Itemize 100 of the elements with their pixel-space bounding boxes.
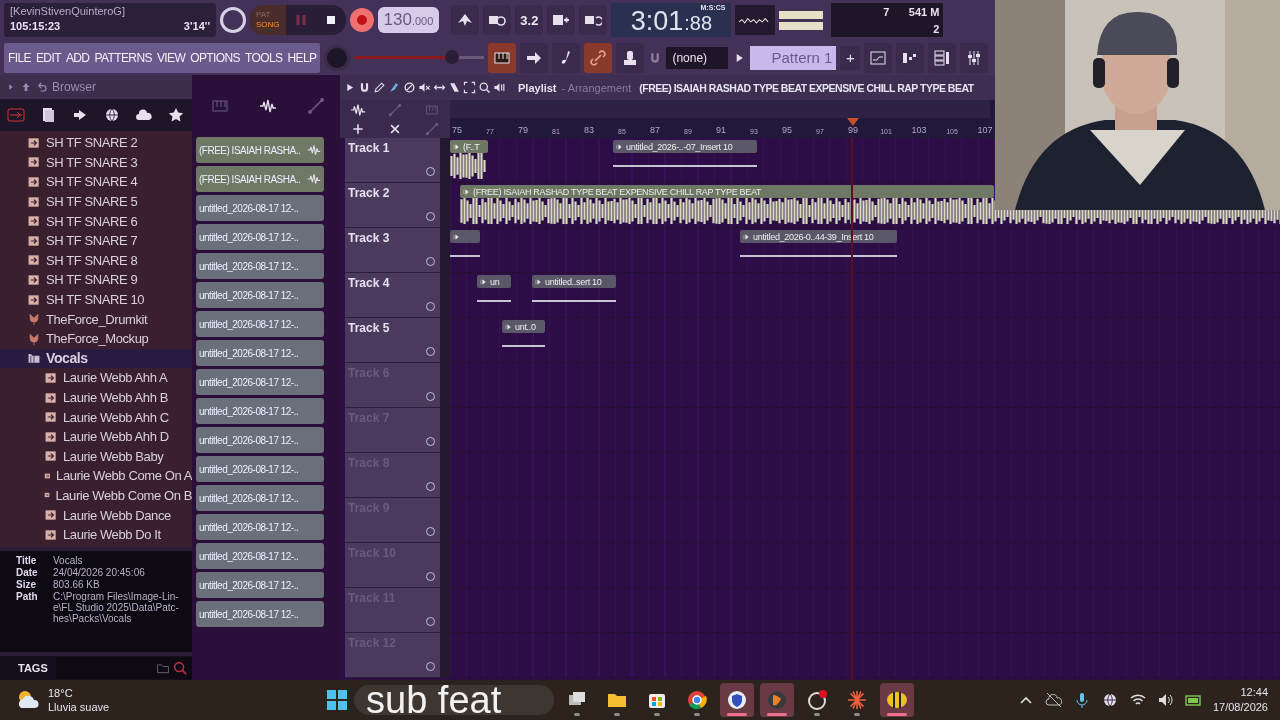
browser-item[interactable]: SH TF SNARE 9 [0, 270, 192, 290]
clip-header[interactable]: untitled..sert 10 [532, 275, 616, 288]
track-header[interactable]: Track 1 [345, 138, 440, 183]
snap-dropdown[interactable]: (none) [666, 46, 729, 69]
browser-item[interactable]: TheForce_Drumkit [0, 309, 192, 329]
clip-arrow-icon[interactable] [616, 142, 624, 151]
clip-item[interactable]: untitled_2026-08-17 12-.. [196, 340, 324, 366]
menu-item[interactable]: HELP [287, 50, 317, 65]
speaker-icon[interactable] [493, 81, 506, 94]
track-header[interactable]: Track 2 [345, 183, 440, 228]
add-pattern-button[interactable]: + [840, 45, 861, 70]
tags-field[interactable] [55, 657, 192, 679]
clip-header[interactable]: unt..0 [502, 320, 545, 333]
globe-icon[interactable] [103, 106, 121, 124]
clip-item[interactable]: untitled_2026-08-17 12-.. [196, 601, 324, 627]
clip-item[interactable]: untitled_2026-08-17 12-.. [196, 514, 324, 540]
channel-rack-icon[interactable] [933, 48, 952, 67]
search-icon[interactable] [172, 660, 188, 676]
undo-icon[interactable] [36, 81, 48, 93]
star-icon[interactable] [167, 106, 185, 124]
playlist-icon[interactable] [869, 48, 888, 67]
browser-item[interactable]: Laurie Webb Ahh A [0, 368, 192, 388]
clip-item[interactable]: untitled_2026-08-17 12-.. [196, 427, 324, 453]
browser-item[interactable]: Vocals [0, 348, 192, 369]
pencil-icon[interactable] [373, 81, 386, 94]
clip-header[interactable] [450, 230, 480, 243]
waveform-icon[interactable] [350, 102, 367, 118]
slice-icon[interactable] [448, 81, 461, 94]
browser-item[interactable]: Laurie Webb Come On B [0, 485, 192, 506]
track-lane[interactable]: un untitled..sert 10 [450, 273, 1280, 318]
clip-arrow-icon[interactable] [743, 232, 751, 241]
song-position-marker[interactable] [847, 118, 859, 126]
track-lane[interactable]: untitled_2026-0..44-39_Insert 10 [450, 228, 1280, 273]
track-lane[interactable]: unt..0 [450, 318, 1280, 363]
waveform-icon[interactable] [258, 97, 278, 115]
browser-item[interactable]: SH TF SNARE 6 [0, 211, 192, 231]
mute-icon[interactable] [418, 81, 431, 94]
close-icon[interactable] [388, 122, 402, 136]
menu-item[interactable]: OPTIONS [190, 50, 240, 65]
clip-arrow-icon[interactable] [480, 277, 488, 286]
browser-item[interactable]: SH TF SNARE 2 [0, 133, 192, 153]
clip-header[interactable]: (F..T [450, 140, 488, 153]
clip-item[interactable]: untitled_2026-08-17 12-.. [196, 543, 324, 569]
browser-item[interactable]: Laurie Webb Do It [0, 524, 192, 545]
browser-item[interactable]: SH TF SNARE 5 [0, 191, 192, 212]
menu-item[interactable]: VIEW [156, 50, 186, 65]
clip-item[interactable]: untitled_2026-08-17 12-.. [196, 485, 324, 511]
menu-item[interactable]: PATTERNS [94, 50, 152, 65]
curve-icon[interactable] [307, 97, 325, 115]
clip-item[interactable]: untitled_2026-08-17 12-.. [196, 253, 324, 279]
clip-item[interactable]: untitled_2026-08-17 12-.. [196, 311, 324, 337]
browser-item[interactable]: SH TF SNARE 3 [0, 152, 192, 173]
record-button[interactable] [349, 8, 374, 32]
track-header[interactable]: Track 3 [345, 228, 440, 273]
track-header[interactable]: Track 5 [345, 318, 440, 363]
menu-item[interactable]: EDIT [35, 50, 61, 65]
clip-item[interactable]: untitled_2026-08-17 12-.. [196, 369, 324, 395]
add-icon[interactable] [351, 122, 366, 136]
clip-header[interactable]: un [477, 275, 511, 288]
browser-item[interactable]: TheForce_Mockup [0, 328, 192, 349]
clip-item[interactable]: (FREE) ISAIAH RASHA.. [196, 137, 324, 163]
clip-header[interactable]: (FREE) ISAIAH RASHAD TYPE BEAT EXPENSIVE CHILL RAP TYPE BEAT [460, 185, 994, 198]
no-icon[interactable] [403, 81, 416, 94]
clip-item[interactable]: untitled_2026-08-17 12-.. [196, 282, 324, 308]
clip-header[interactable]: untitled_2026-0..44-39_Insert 10 [740, 230, 897, 243]
clip-arrow-icon[interactable] [535, 277, 543, 286]
browser-item[interactable]: Laurie Webb Come On A [0, 466, 192, 486]
clip-arrow-icon[interactable] [505, 322, 513, 331]
browser-item[interactable]: SH TF SNARE 4 [0, 172, 192, 192]
magnet-icon[interactable] [358, 81, 371, 94]
clip-item[interactable]: untitled_2026-08-17 12-.. [196, 572, 324, 598]
clip-arrow-icon[interactable] [453, 142, 461, 151]
clip-item[interactable]: untitled_2026-08-17 12-.. [196, 456, 324, 482]
folder-icon[interactable] [156, 661, 170, 675]
clip-item[interactable]: (FREE) ISAIAH RASHA.. [196, 166, 324, 192]
browser-item[interactable]: Laurie Webb Dance [0, 505, 192, 525]
clip-arrow-icon[interactable] [463, 187, 471, 196]
browser-item[interactable]: Laurie Webb Ahh C [0, 407, 192, 427]
link-icon[interactable] [589, 48, 608, 67]
browser-item[interactable]: Laurie Webb Ahh B [0, 387, 192, 408]
clip-arrow-icon[interactable] [453, 232, 461, 241]
pattern-selector[interactable]: Pattern 1 [750, 45, 837, 70]
record-icon[interactable] [7, 106, 25, 124]
clip-item[interactable]: untitled_2026-08-17 12-.. [196, 398, 324, 424]
clip-item[interactable]: untitled_2026-08-17 12-.. [196, 224, 324, 250]
up-arrow-icon[interactable] [20, 81, 32, 93]
menu-item[interactable]: TOOLS [244, 50, 283, 65]
menu-item[interactable]: FILE [8, 50, 31, 65]
clip-header[interactable]: untitled_2026-..-07_Insert 10 [613, 140, 757, 153]
zoom-icon[interactable] [478, 81, 491, 94]
cloud-off-icon[interactable] [1044, 691, 1063, 709]
knob-icon[interactable] [220, 7, 246, 33]
select-icon[interactable] [463, 81, 476, 94]
browser-item[interactable]: SH TF SNARE 10 [0, 289, 192, 310]
menu-item[interactable]: ADD [65, 50, 90, 65]
search-field[interactable]: sub feat [354, 685, 554, 715]
browser-item[interactable]: SH TF SNARE 8 [0, 250, 192, 271]
taskbar-app[interactable] [880, 683, 914, 717]
snap-value-button[interactable]: 3.2 [515, 5, 544, 35]
pat-song-switch[interactable]: PAT SONG [250, 5, 286, 35]
